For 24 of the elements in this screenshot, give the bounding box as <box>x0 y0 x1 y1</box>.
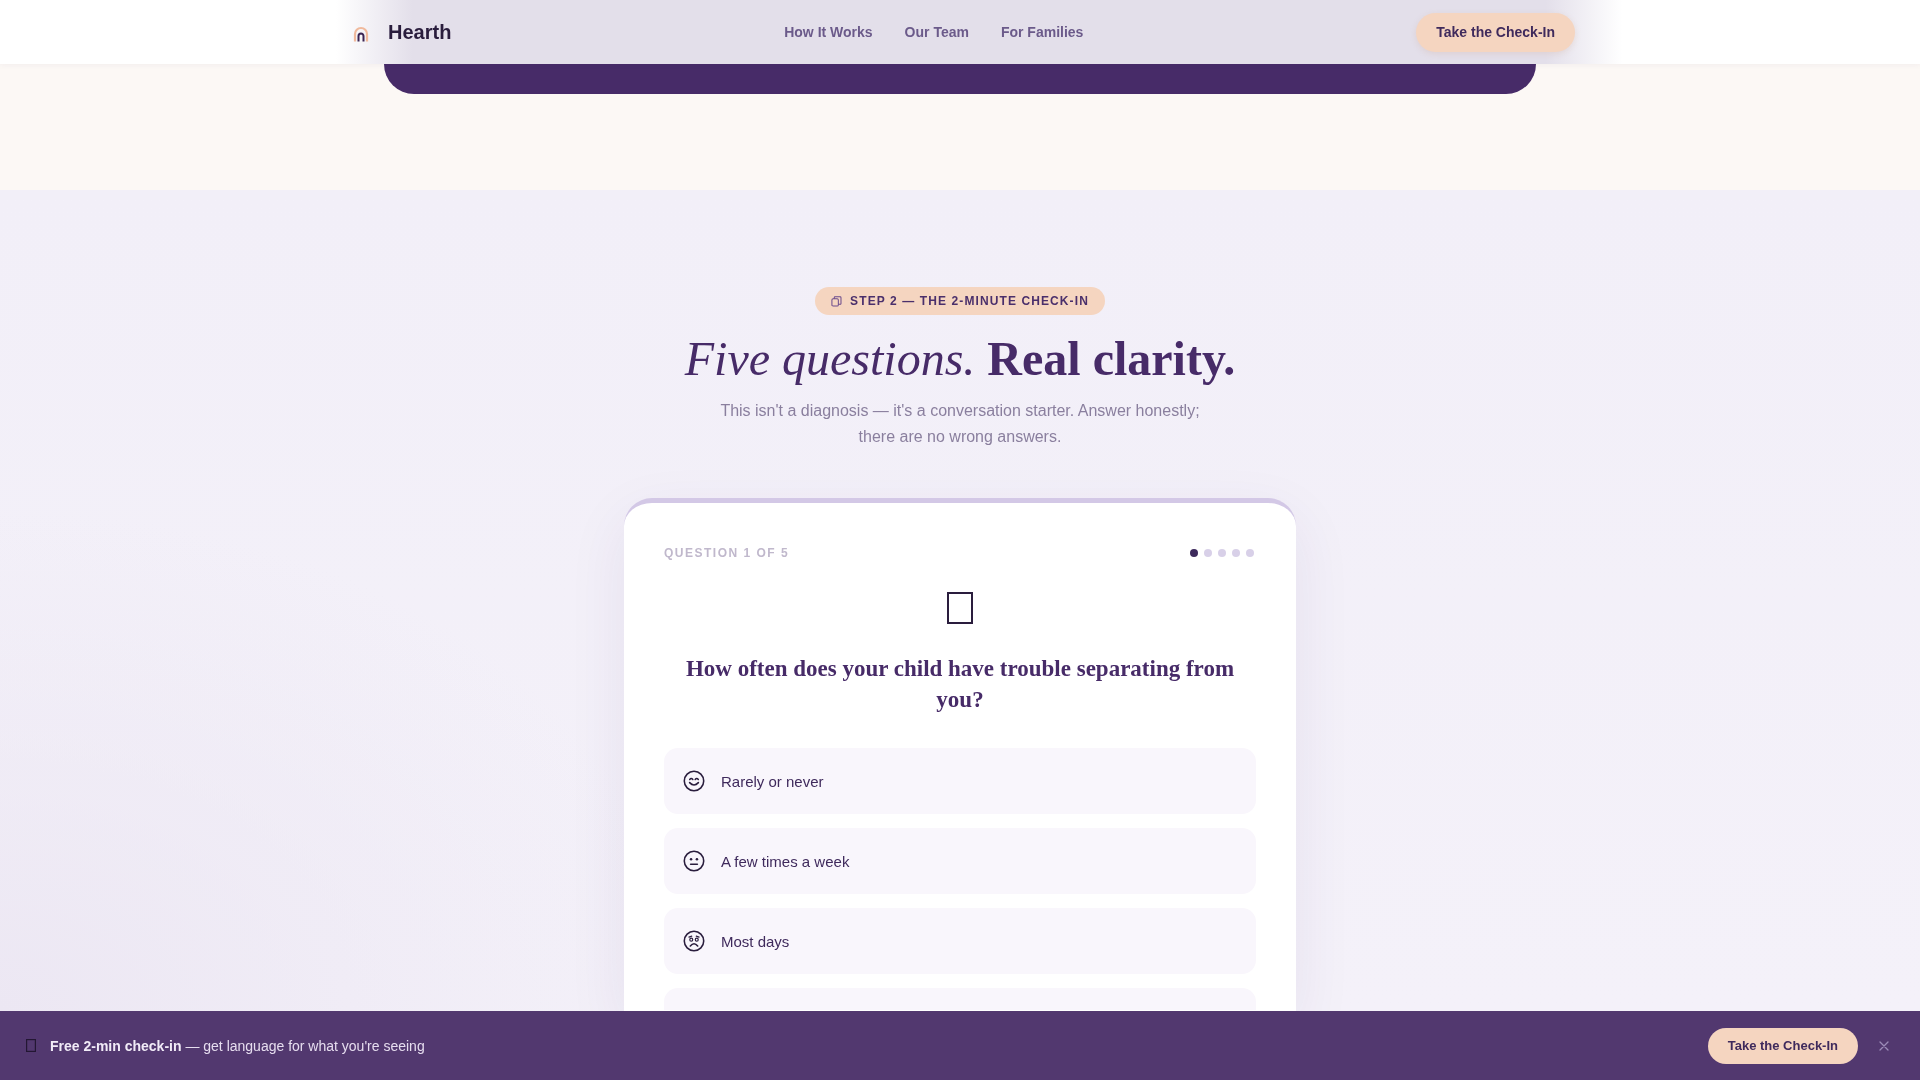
close-button[interactable] <box>1878 1039 1890 1052</box>
answer-option[interactable]: Rarely or never <box>664 748 1256 814</box>
step-label: STEP 2 — THE 2-MINUTE CHECK-IN <box>850 294 1089 308</box>
smiling-face-icon <box>683 770 705 792</box>
stacked-pages-icon <box>831 295 843 307</box>
answer-option[interactable]: Most days <box>664 908 1256 974</box>
rectangle-outline-icon <box>26 1039 36 1052</box>
section-title: Five questions. Real clarity. <box>684 331 1236 387</box>
neutral-face-icon <box>683 850 705 872</box>
arch-logo-icon[interactable] <box>353 26 369 42</box>
brand-name[interactable]: Hearth <box>388 20 452 44</box>
nav-link[interactable]: How It Works <box>784 24 873 40</box>
promo-text: Free 2-min check-in — get language for what you're seeing <box>50 1037 426 1054</box>
rectangle-outline-icon <box>947 592 973 624</box>
answer-option[interactable]: A few times a week <box>664 828 1256 894</box>
worried-face-icon <box>683 930 705 952</box>
question-text: How often does your child have trouble separating from you? <box>684 655 1236 714</box>
check-in-button[interactable]: Take the Check-In <box>1707 1027 1858 1064</box>
nav-link[interactable]: For Families <box>1000 24 1084 40</box>
nav-link[interactable]: Our Team <box>904 24 969 40</box>
check-in-button[interactable]: Take the Check-In <box>1416 12 1575 52</box>
close-icon <box>1879 1040 1889 1051</box>
question-counter: QUESTION 1 OF 5 <box>664 545 790 560</box>
section-subtitle: This isn't a diagnosis — it's a conversation starter. Answer honestly; there are no wrong answers. <box>719 401 1201 447</box>
